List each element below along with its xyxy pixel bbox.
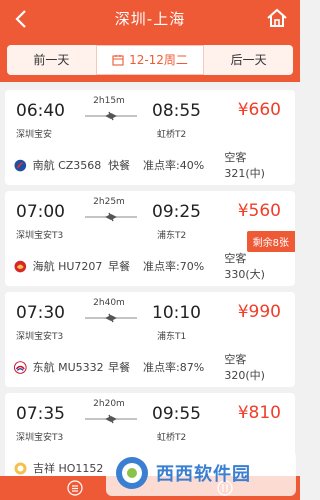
aircraft-type: 空客320(中) [224,353,265,382]
on-time-rate: 准点率:40% [143,159,205,172]
arrival-airport: 虹桥T2 [157,433,187,443]
ticket-price: ¥660 [237,100,281,120]
current-date-button[interactable]: 12-12周二 [95,45,205,75]
flight-details: 海航 HU7207 早餐 准点率:70% 空客330(大) [14,252,285,281]
departure-airport: 深圳宝安T3 [16,231,64,241]
ticket-price: ¥810 [237,403,281,423]
plane-icon [85,414,137,424]
header-bar: 深圳-上海 前一天 12-12周二 后一天 [0,0,300,82]
ticket-price: ¥560 [237,201,281,221]
date-selector: 前一天 12-12周二 后一天 [7,45,293,75]
watermark-text: 西西软件园 [156,464,251,485]
departure-time: 07:35 [16,404,65,424]
meal-info: 早餐 [108,260,131,273]
flight-duration: 2h20m [93,399,125,409]
departure-airport: 深圳宝安T3 [16,332,64,342]
on-time-rate: 准点率:87% [143,361,205,374]
home-button[interactable] [266,7,288,29]
airline-flight-number: 吉祥 HO1152 [33,462,104,475]
china-eastern-logo-icon [14,360,27,374]
home-icon [267,8,287,27]
seats-left-badge: 剩余8张 [246,231,295,252]
departure-time: 07:00 [16,202,65,222]
airline-flight-number: 海航 HU7207 [32,260,103,273]
flight-duration: 2h15m [93,96,125,106]
flight-card[interactable]: 07:00 2h25m 09:25 ¥560 深圳宝安T3 浦东T2 剩余8张 … [5,191,295,286]
airline-flight-number: 南航 CZ3568 [32,159,102,172]
plane-icon [85,212,137,222]
ticket-price: ¥990 [237,302,281,322]
arrival-time: 09:25 [152,202,201,222]
flight-details: 南航 CZ3568 快餐 准点率:40% 空客321(中) [14,151,285,180]
arrival-time: 08:55 [152,101,201,121]
watermark: 西西软件园 [106,450,296,496]
next-day-button[interactable]: 后一天 [204,45,293,75]
arrival-airport: 虹桥T2 [157,130,187,140]
flight-details: 东航 MU5332 早餐 准点率:87% 空客320(中) [14,353,285,382]
arrival-time: 09:55 [152,404,201,424]
china-southern-logo-icon [14,159,27,171]
on-time-rate: 准点率:70% [143,260,205,273]
flight-duration: 2h25m [93,197,125,207]
departure-time: 07:30 [16,303,65,323]
arrival-airport: 浦东T1 [157,332,187,342]
meal-info: 早餐 [108,361,131,374]
aircraft-type: 空客330(大) [224,252,265,281]
meal-info: 快餐 [108,159,131,172]
arrival-time: 10:10 [152,303,201,323]
list-icon[interactable] [67,480,83,496]
aircraft-type: 空客321(中) [224,151,265,180]
current-date-label: 12-12周二 [129,53,188,67]
page-title: 深圳-上海 [114,10,186,28]
departure-time: 06:40 [16,101,65,121]
hainan-airlines-logo-icon [14,260,27,272]
prev-day-button[interactable]: 前一天 [7,45,96,75]
flight-duration: 2h40m [93,298,125,308]
juneyao-logo-icon [14,462,27,474]
departure-airport: 深圳宝安 [16,130,53,140]
flight-card[interactable]: 06:40 2h15m 08:55 ¥660 深圳宝安 虹桥T2 南航 CZ35… [5,90,295,185]
flight-card[interactable]: 07:30 2h40m 10:10 ¥990 深圳宝安T3 浦东T1 东航 MU… [5,292,295,387]
arrival-airport: 浦东T2 [157,231,187,241]
plane-icon [85,313,137,323]
plane-icon [85,111,137,121]
departure-airport: 深圳宝安T3 [16,433,64,443]
watermark-logo [116,457,148,489]
calendar-icon [112,55,124,66]
airline-flight-number: 东航 MU5332 [32,361,104,374]
